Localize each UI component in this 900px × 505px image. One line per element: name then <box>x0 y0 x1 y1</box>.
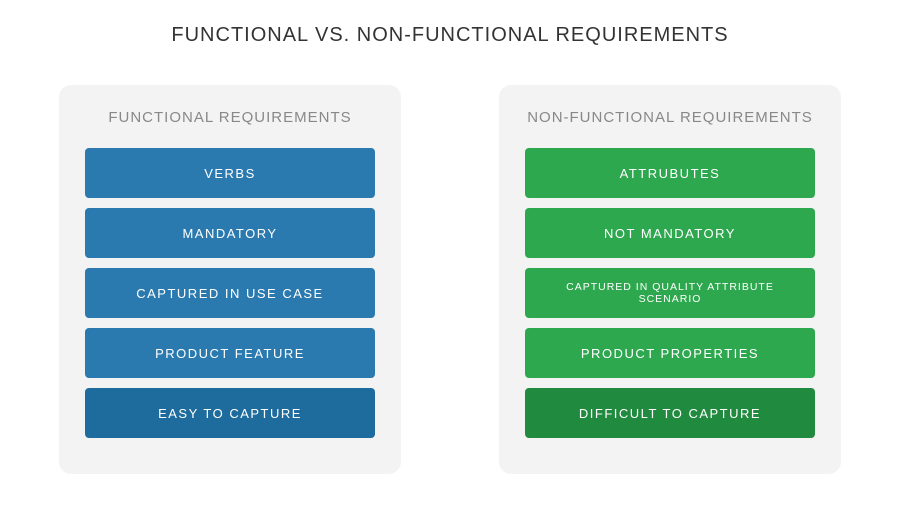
functional-item-1: VERBS <box>85 148 375 198</box>
nonfunctional-item-3: CAPTURED IN QUALITY ATTRIBUTE SCENARIO <box>525 268 815 318</box>
functional-item-5: EASY TO CAPTURE <box>85 388 375 438</box>
functional-card-title: FUNCTIONAL REQUIREMENTS <box>108 109 351 126</box>
nonfunctional-item-4: PRODUCT PROPERTIES <box>525 328 815 378</box>
nonfunctional-card: NON-FUNCTIONAL REQUIREMENTS ATTRUBUTES N… <box>499 85 841 474</box>
functional-item-2: MANDATORY <box>85 208 375 258</box>
page-title: FUNCTIONAL VS. NON-FUNCTIONAL REQUIREMEN… <box>0 0 900 47</box>
functional-item-4: PRODUCT FEATURE <box>85 328 375 378</box>
columns: FUNCTIONAL REQUIREMENTS VERBS MANDATORY … <box>0 85 900 474</box>
functional-item-3: CAPTURED IN USE CASE <box>85 268 375 318</box>
nonfunctional-item-5: DIFFICULT TO CAPTURE <box>525 388 815 438</box>
functional-card: FUNCTIONAL REQUIREMENTS VERBS MANDATORY … <box>59 85 401 474</box>
nonfunctional-item-1: ATTRUBUTES <box>525 148 815 198</box>
nonfunctional-item-2: NOT MANDATORY <box>525 208 815 258</box>
nonfunctional-card-title: NON-FUNCTIONAL REQUIREMENTS <box>527 109 813 126</box>
